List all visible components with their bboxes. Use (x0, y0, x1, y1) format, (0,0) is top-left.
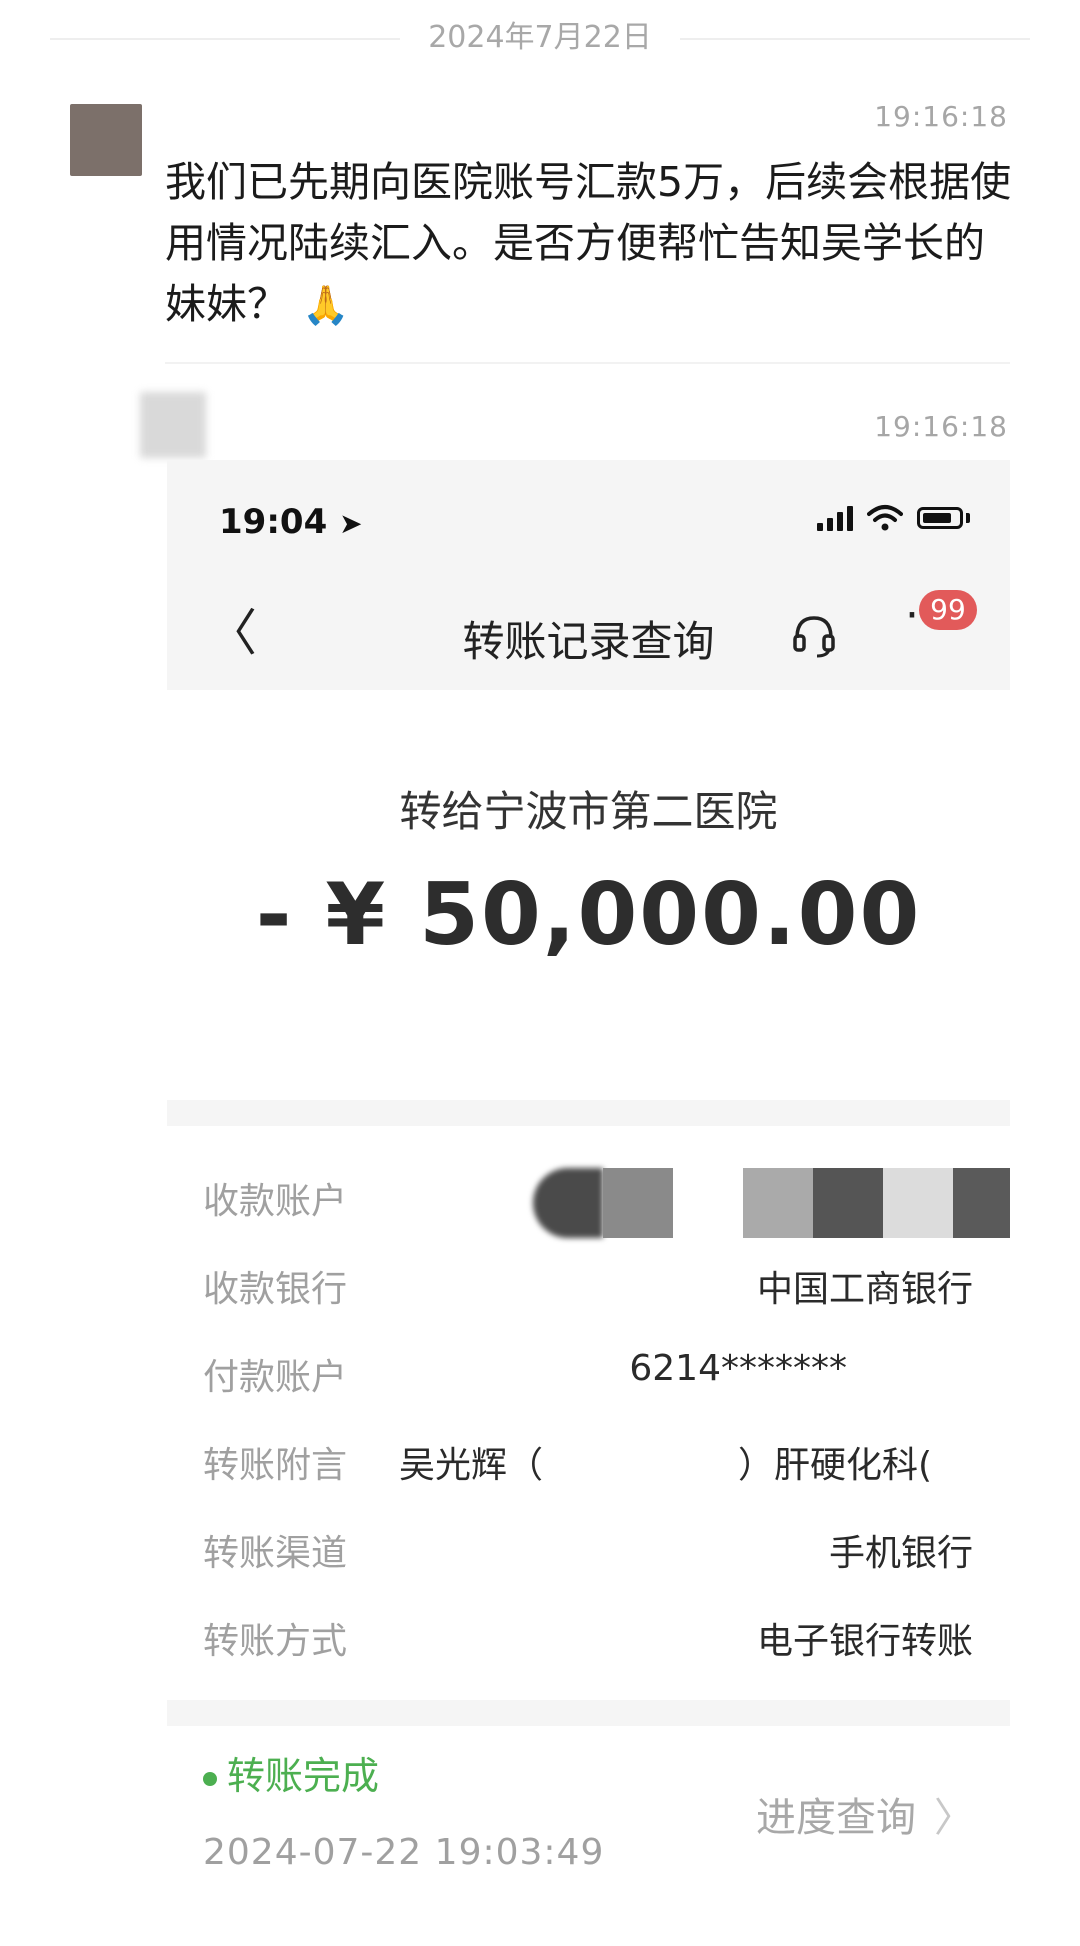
battery-tip (966, 513, 970, 523)
progress-query-link[interactable]: 进度查询〉 (756, 1785, 974, 1843)
detail-row-method: 转账方式 电子银行转账 (203, 1612, 973, 1672)
message-body: 我们已先期向医院账号汇款5万，后续会根据使用情况陆续汇入。是否方便帮忙告知吴学长… (165, 158, 1012, 328)
detail-label: 付款账户 (203, 1357, 348, 1398)
sender-avatar[interactable] (140, 392, 206, 458)
transfer-amount: - ¥ 50,000.00 (255, 865, 922, 965)
detail-row-remark: 转账附言 吴光辉（ ）肝硬化科( (203, 1436, 973, 1496)
chat-date-separator: 2024年7月22日 (0, 18, 1080, 58)
detail-label: 收款银行 (203, 1269, 348, 1310)
transfer-screenshot-image[interactable]: 19:04 ➤ 〈 转账记录查询 ··· 99 转给宁波市第二医院 - ¥ (167, 460, 1010, 1946)
transfer-recipient: 转给宁波市第二医院 (399, 787, 778, 836)
message-divider (165, 362, 1010, 364)
notification-badge: 99 (919, 590, 977, 630)
status-bar-time: 19:04 ➤ (219, 502, 363, 542)
progress-query-label: 进度查询 (756, 1795, 916, 1841)
page-title: 转账记录查询 (462, 617, 715, 666)
detail-row-payer-account: 付款账户 6214******* (203, 1348, 973, 1408)
remark-department: ）肝硬化科( (738, 1445, 933, 1486)
status-dot-icon (203, 1771, 217, 1786)
status-time-text: 19:04 (219, 502, 328, 542)
transfer-status: 转账完成 (203, 1745, 379, 1800)
status-text: 转账完成 (227, 1754, 380, 1798)
battery-icon (917, 507, 963, 529)
detail-value: 中国工商银行 (756, 1269, 973, 1310)
app-header: 19:04 ➤ 〈 转账记录查询 ··· 99 (167, 460, 1010, 690)
detail-row-channel: 转账渠道 手机银行 (203, 1524, 973, 1584)
signal-icon (817, 505, 853, 531)
detail-value: 电子银行转账 (756, 1621, 973, 1662)
wifi-icon (867, 505, 903, 531)
pray-emoji-icon: 🙏 (302, 283, 350, 327)
remark-name: 吴光辉（ (399, 1445, 544, 1486)
message-time: 19:16:18 (874, 100, 1008, 133)
location-arrow-icon: ➤ (339, 507, 363, 540)
sender-avatar[interactable] (70, 104, 142, 176)
headset-icon[interactable] (789, 610, 839, 660)
chat-date: 2024年7月22日 (428, 20, 652, 55)
detail-label: 收款账户 (203, 1181, 348, 1222)
detail-label: 转账附言 (203, 1445, 348, 1486)
detail-value: 6214******* (629, 1348, 847, 1389)
detail-row-payee-bank: 收款银行 中国工商银行 (203, 1260, 973, 1320)
detail-row-payee-account: 收款账户 (203, 1168, 1010, 1238)
detail-label: 转账方式 (203, 1621, 348, 1662)
section-divider (167, 1700, 1010, 1726)
message-text[interactable]: 我们已先期向医院账号汇款5万，后续会根据使用情况陆续汇入。是否方便帮忙告知吴学长… (165, 152, 1015, 336)
message-time: 19:16:18 (874, 410, 1008, 443)
chevron-right-icon: 〉 (934, 1795, 974, 1841)
section-divider (167, 1100, 1010, 1126)
detail-value: 手机银行 (828, 1533, 973, 1574)
status-icons (817, 504, 970, 532)
detail-label: 转账渠道 (203, 1533, 348, 1574)
transfer-datetime: 2024-07-22 19:03:49 (203, 1832, 605, 1873)
